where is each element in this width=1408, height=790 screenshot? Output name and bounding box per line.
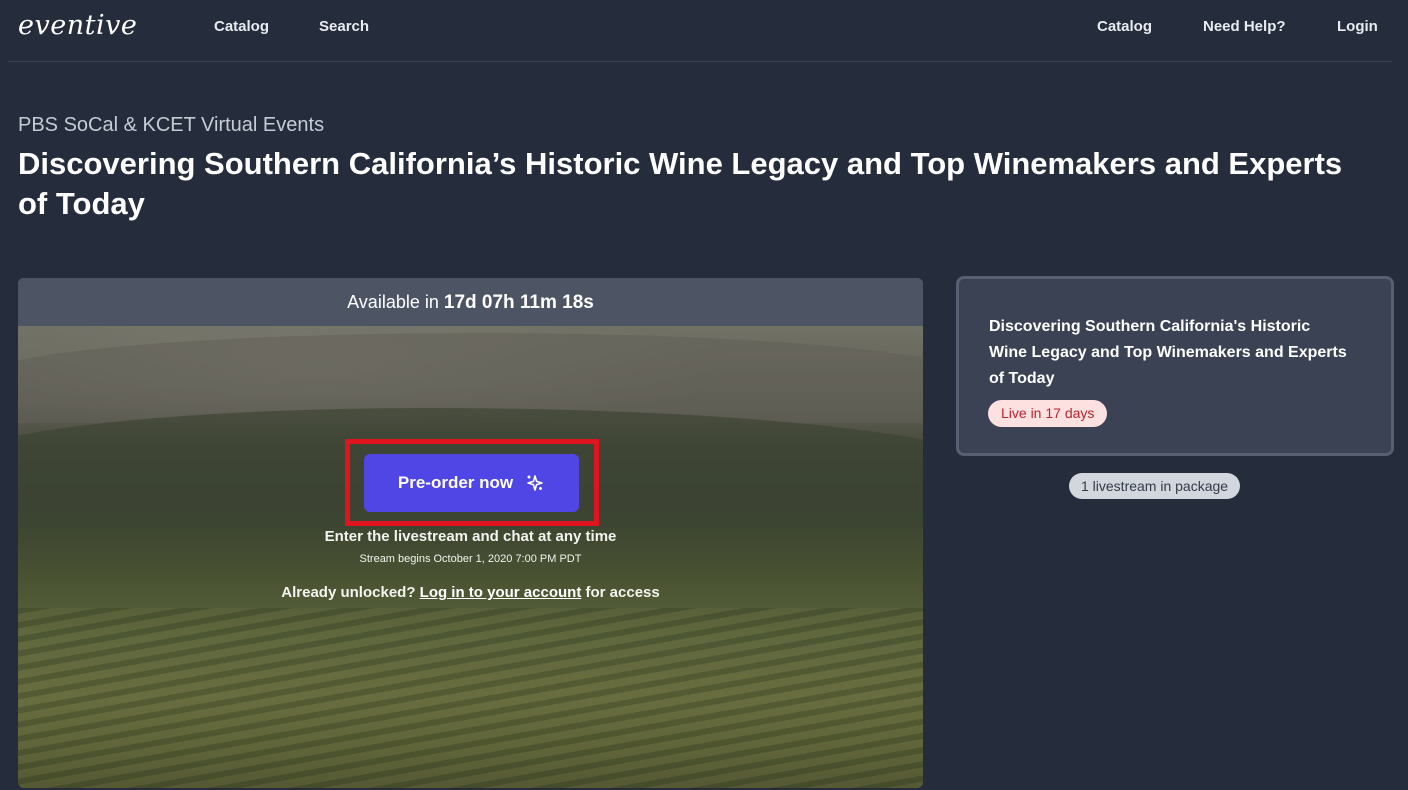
live-status-badge: Live in 17 days: [988, 400, 1108, 427]
page-title: Discovering Southern California’s Histor…: [18, 146, 1343, 221]
sparkle-icon: [525, 473, 545, 493]
already-unlocked-line: Already unlocked? Log in to your account…: [18, 584, 923, 601]
availability-label: Available in: [347, 292, 439, 312]
enter-livestream-text: Enter the livestream and chat at any tim…: [324, 528, 617, 545]
already-unlocked-suffix: for access: [585, 584, 660, 601]
eventive-logo[interactable]: eventive: [18, 10, 137, 41]
event-summary-card[interactable]: Discovering Southern California's Histor…: [956, 276, 1394, 456]
countdown-timer: 17d 07h 11m 18s: [443, 292, 594, 313]
already-unlocked-prefix: Already unlocked?: [281, 584, 416, 601]
nav-login-link[interactable]: Login: [1337, 18, 1378, 35]
availability-bar: Available in 17d 07h 11m 18s: [18, 278, 923, 326]
login-to-account-link[interactable]: Log in to your account: [420, 584, 582, 601]
nav-search-link[interactable]: Search: [319, 18, 369, 35]
preorder-button[interactable]: Pre-order now: [364, 454, 579, 512]
package-count-badge: 1 livestream in package: [1069, 473, 1241, 499]
stream-start-text: Stream begins October 1, 2020 7:00 PM PD…: [359, 553, 582, 565]
event-card-title: Discovering Southern California's Histor…: [989, 318, 1347, 387]
nav-catalog-link[interactable]: Catalog: [214, 18, 269, 35]
nav-catalog-right-link[interactable]: Catalog: [1097, 18, 1152, 35]
organization-name: PBS SoCal & KCET Virtual Events: [18, 114, 325, 136]
top-navigation: eventive Catalog Search Catalog Need Hel…: [8, 0, 1392, 62]
nav-need-help-link[interactable]: Need Help?: [1203, 18, 1286, 35]
preorder-button-label: Pre-order now: [397, 473, 514, 492]
video-player: Available in 17d 07h 11m 18s Pre-order n…: [18, 278, 923, 788]
